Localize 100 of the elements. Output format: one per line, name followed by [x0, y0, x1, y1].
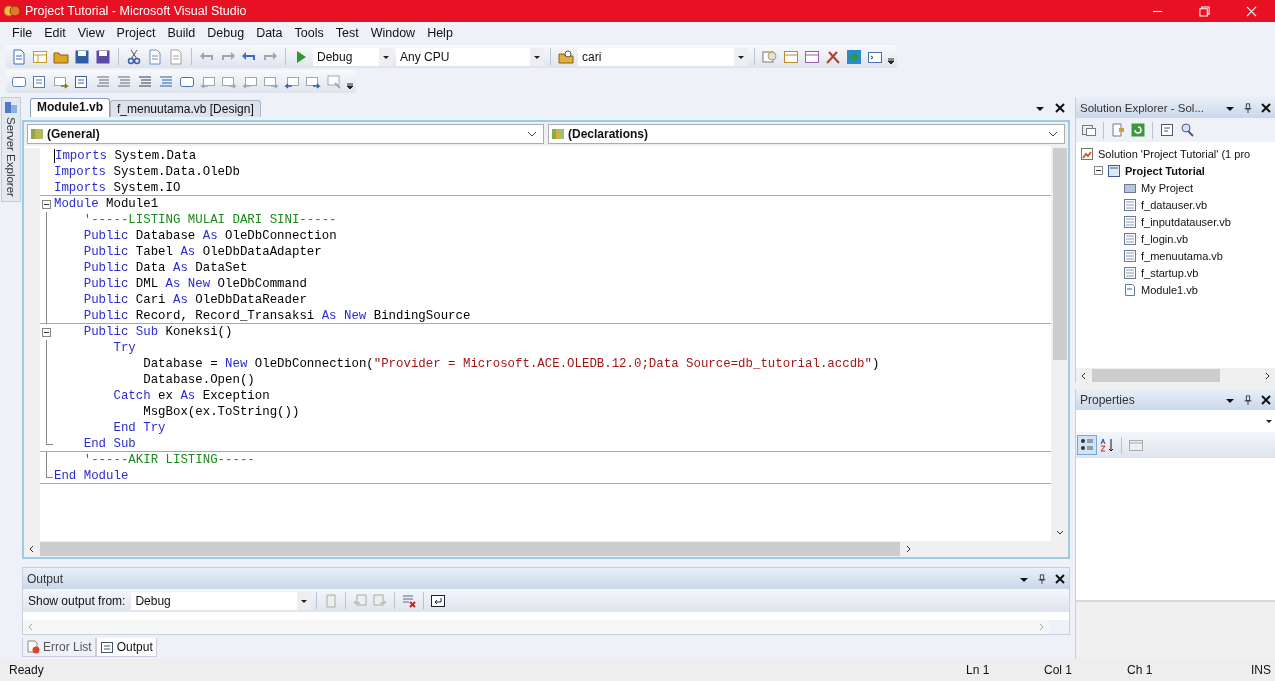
- output-icon: [99, 640, 114, 654]
- code-line: Public Cari As OleDbDataReader: [82, 292, 307, 308]
- view-code-icon[interactable]: [1158, 121, 1176, 139]
- panel-title: Properties: [1080, 392, 1135, 407]
- refresh-icon[interactable]: [1129, 121, 1147, 139]
- code-line: Module Module1: [54, 196, 159, 212]
- collapse-icon[interactable]: [1094, 166, 1103, 175]
- code-line: End Sub: [82, 435, 136, 452]
- close-icon[interactable]: [1055, 103, 1065, 113]
- chevron-down-icon[interactable]: [1048, 129, 1058, 139]
- new-project-icon[interactable]: [10, 47, 28, 66]
- code-line: Database.Open(): [142, 372, 255, 388]
- code-line: Public DML As New OleDbCommand: [82, 276, 307, 292]
- tree-item[interactable]: My Project: [1141, 181, 1193, 194]
- form-file-icon: [1123, 248, 1137, 263]
- column-number: Col 1: [1044, 663, 1072, 677]
- tree-item[interactable]: Project Tutorial: [1125, 164, 1205, 177]
- cut-icon[interactable]: [125, 47, 143, 66]
- code-line: Try: [112, 340, 136, 356]
- find-icon[interactable]: [557, 47, 575, 66]
- menu-item[interactable]: Build: [161, 24, 202, 42]
- collapse-icon[interactable]: [42, 199, 51, 209]
- status-message: Ready: [9, 663, 44, 677]
- tree-item[interactable]: f_startup.vb: [1141, 266, 1199, 279]
- close-icon[interactable]: [1055, 573, 1065, 584]
- server-explorer-tab[interactable]: Server Explorer: [1, 97, 21, 202]
- output-source-dropdown[interactable]: Debug: [131, 591, 312, 610]
- pin-icon[interactable]: [1243, 102, 1253, 113]
- code-line: Imports System.Data.OleDb: [54, 164, 240, 180]
- panel-title: Output: [27, 571, 64, 586]
- pin-icon[interactable]: [1243, 394, 1253, 405]
- import-icon[interactable]: [845, 47, 863, 66]
- text-cursor: [54, 149, 55, 163]
- menu-item[interactable]: Edit: [38, 24, 72, 42]
- configuration-dropdown[interactable]: Debug: [313, 47, 393, 66]
- find-dropdown[interactable]: cari: [578, 47, 748, 66]
- form-file-icon: [1123, 197, 1137, 212]
- panel-tab[interactable]: Error List: [22, 638, 96, 657]
- tree-item[interactable]: f_login.vb: [1141, 232, 1189, 245]
- error-list-icon: [26, 640, 40, 654]
- menu-item[interactable]: Test: [329, 24, 365, 42]
- solution-icon: [1080, 146, 1094, 161]
- window-title: Project Tutorial - Microsoft Visual Studio: [25, 4, 247, 18]
- code-line: Catch ex As Exception: [112, 388, 270, 404]
- menu-item[interactable]: Debug: [201, 24, 251, 42]
- properties-icon[interactable]: [1109, 121, 1127, 139]
- char-number: Ch 1: [1127, 663, 1153, 677]
- menu-item[interactable]: File: [6, 24, 39, 42]
- form-file-icon: [1123, 231, 1137, 246]
- app-logo-icon: [3, 5, 21, 17]
- class-dropdown[interactable]: (General): [27, 124, 544, 144]
- member-dropdown[interactable]: (Declarations): [548, 124, 1065, 144]
- server-icon: [4, 100, 18, 114]
- form-file-icon: [1123, 265, 1137, 280]
- alphabetical-icon[interactable]: [1098, 436, 1116, 454]
- tree-item[interactable]: Solution 'Project Tutorial' (1 pro: [1098, 147, 1251, 160]
- panel-title: Solution Explorer - Sol...: [1080, 101, 1204, 114]
- insert-mode: INS: [1251, 663, 1271, 677]
- menu-item[interactable]: Window: [364, 24, 422, 42]
- document-tab[interactable]: Module1.vb: [30, 98, 110, 117]
- restore-icon[interactable]: [1199, 5, 1210, 17]
- close-icon[interactable]: [1261, 394, 1271, 405]
- categorized-icon[interactable]: [1078, 436, 1096, 454]
- code-line: Public Tabel As OleDbDataAdapter: [82, 244, 322, 260]
- collapse-icon[interactable]: [42, 327, 51, 337]
- line-number: Ln 1: [966, 663, 990, 677]
- code-line: Public Record, Record_Transaksi As New BindingSource: [82, 307, 471, 324]
- code-line: Public Data As DataSet: [82, 260, 248, 276]
- code-line: End Try: [112, 420, 166, 436]
- code-line: Public Sub Koneksi(): [82, 324, 233, 340]
- close-icon[interactable]: [1261, 102, 1271, 113]
- code-line: Database = New OleDbConnection("Provider = Microsoft.ACE.OLEDB.12.0;Data Source=db_tutorial.accdb"): [142, 356, 880, 372]
- tree-item[interactable]: f_menuutama.vb: [1141, 249, 1223, 262]
- project-icon: [1107, 163, 1121, 178]
- menu-item[interactable]: Project: [110, 24, 162, 42]
- menu-item[interactable]: Data: [250, 24, 289, 42]
- tree-item[interactable]: f_datauser.vb: [1141, 198, 1208, 211]
- code-line: End Module: [54, 467, 129, 484]
- document-tab[interactable]: f_menuutama.vb [Design]: [110, 100, 261, 117]
- menu-item[interactable]: View: [71, 24, 111, 42]
- view-designer-icon[interactable]: [1178, 121, 1196, 139]
- code-line: Imports System.Data: [55, 148, 197, 164]
- books-icon: [551, 127, 565, 141]
- platform-dropdown[interactable]: Any CPU: [396, 47, 544, 66]
- panel-tab[interactable]: Output: [95, 638, 157, 657]
- code-line: Public Database As OleDbConnection: [82, 228, 337, 244]
- menu-item[interactable]: Help: [421, 24, 459, 42]
- tree-item[interactable]: f_inputdatauser.vb: [1141, 215, 1231, 228]
- books-icon: [30, 127, 44, 141]
- output-source-label: Show output from:: [28, 593, 126, 608]
- form-file-icon: [1123, 214, 1137, 229]
- chevron-down-icon[interactable]: [527, 129, 537, 139]
- menu-item[interactable]: Tools: [288, 24, 330, 42]
- code-line: '-----AKIR LISTING-----: [82, 452, 255, 468]
- code-line: '-----LISTING MULAI DARI SINI-----: [82, 212, 337, 228]
- module-file-icon: [1123, 282, 1137, 297]
- tree-item[interactable]: Module1.vb: [1141, 283, 1198, 296]
- code-line: Imports System.IO: [54, 179, 181, 196]
- pin-icon[interactable]: [1037, 573, 1047, 584]
- code-line: MsgBox(ex.ToString()): [142, 404, 300, 420]
